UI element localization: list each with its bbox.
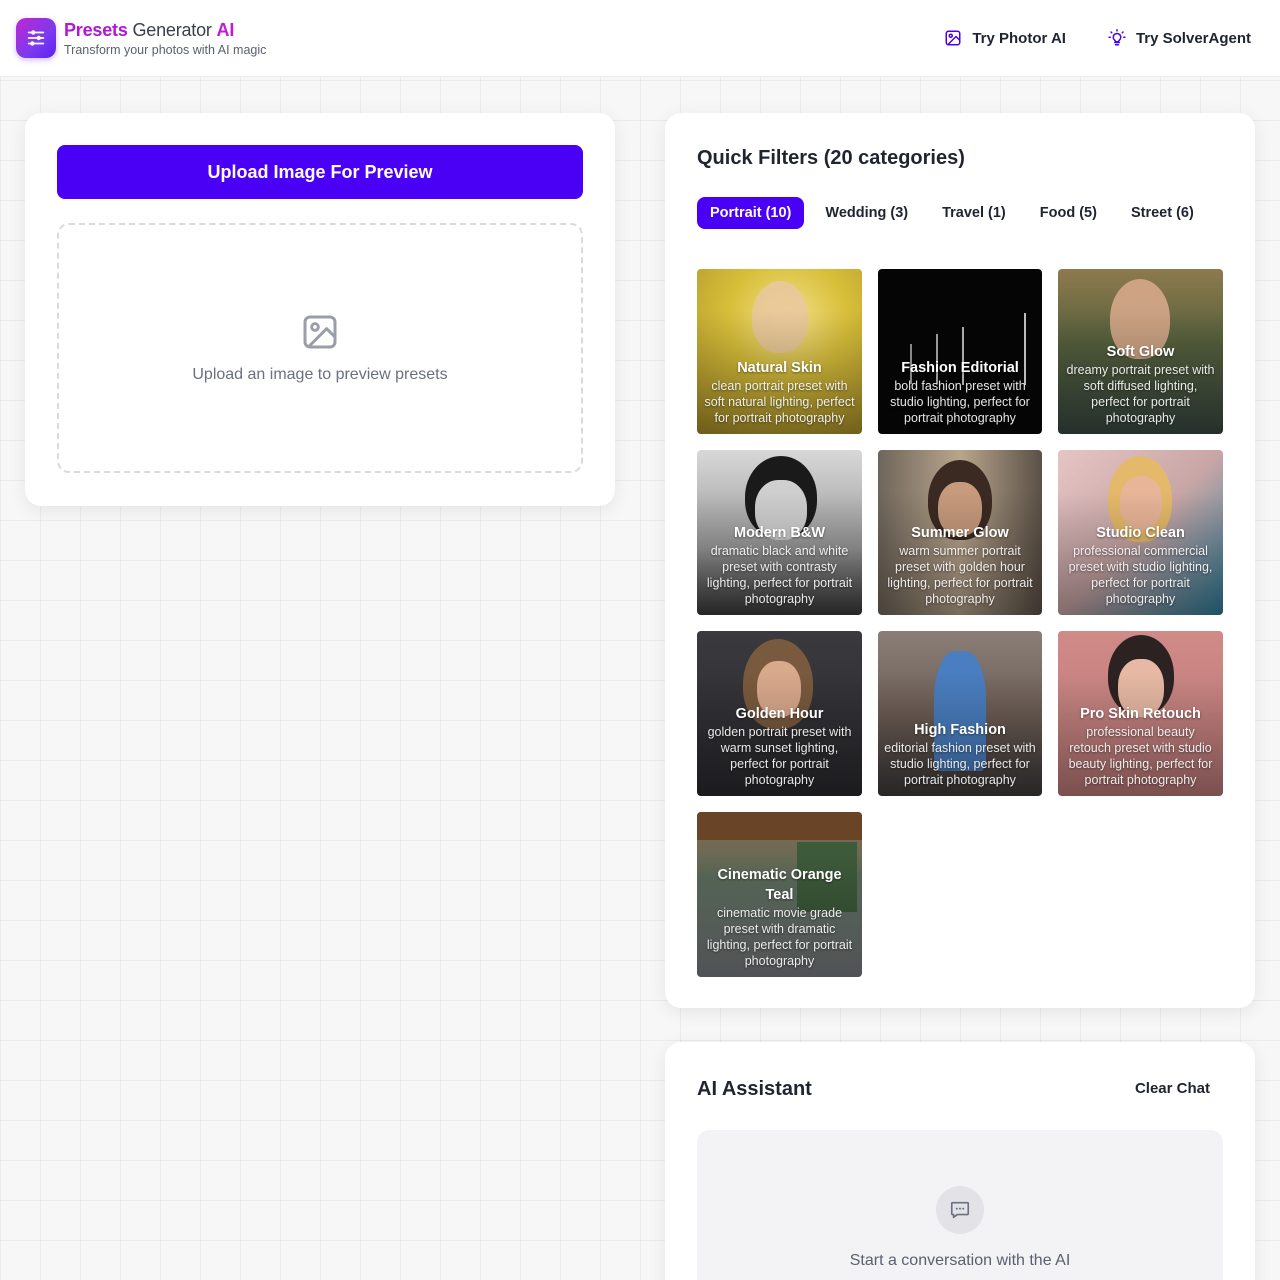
ai-assistant-title: AI Assistant (697, 1078, 812, 1100)
preset-name: Cinematic Orange Teal (717, 867, 842, 903)
preset-name: Soft Glow (1106, 344, 1175, 360)
tab-wedding[interactable]: Wedding (3) (812, 197, 921, 229)
brand: Presets Generator AI Transform your phot… (64, 19, 266, 57)
preset-name: Modern B&W (733, 525, 825, 541)
preset-description: golden portrait preset with warm sunset … (707, 725, 852, 787)
preset-card-soft-glow[interactable]: Soft Glow dreamy portrait preset with so… (1058, 269, 1223, 434)
brand-word-presets: Presets (64, 20, 128, 40)
try-solveragent-label: Try SolverAgent (1135, 29, 1251, 47)
chat-area: Start a conversation with the AI (697, 1130, 1223, 1280)
preset-card-pro-skin-retouch[interactable]: Pro Skin Retouch professional beauty ret… (1058, 631, 1223, 796)
preset-description: clean portrait preset with soft natural … (704, 379, 855, 425)
image-icon (303, 315, 337, 349)
preset-grid: Natural Skin clean portrait preset with … (697, 269, 1223, 977)
preset-name: Pro Skin Retouch (1080, 706, 1201, 722)
image-dropzone[interactable]: Upload an image to preview presets (57, 223, 583, 473)
lightbulb-icon (1108, 29, 1126, 46)
preset-card-natural-skin[interactable]: Natural Skin clean portrait preset with … (697, 269, 862, 434)
upload-image-button[interactable]: Upload Image For Preview (57, 145, 583, 199)
brand-word-ai: AI (216, 20, 235, 40)
upload-panel: Upload Image For Preview Upload an image… (25, 113, 615, 506)
preset-card-golden-hour[interactable]: Golden Hour golden portrait preset with … (697, 631, 862, 796)
try-photor-ai-link[interactable]: Try Photor AI (944, 29, 1066, 47)
preset-caption: Studio Clean professional commercial pre… (1064, 523, 1217, 607)
ai-assistant-panel: AI Assistant Clear Chat Start a conversa… (665, 1042, 1255, 1280)
app-header: Presets Generator AI Transform your phot… (0, 0, 1280, 77)
preset-description: cinematic movie grade preset with dramat… (706, 906, 853, 968)
brand-word-generator: Generator (127, 20, 217, 40)
preset-name: Natural Skin (737, 360, 822, 376)
preset-name: Studio Clean (1096, 525, 1185, 541)
tab-portrait[interactable]: Portrait (10) (697, 197, 805, 229)
quick-filters-title: Quick Filters (20 categories) (697, 147, 965, 169)
preset-caption: Modern B&W dramatic black and white pres… (703, 523, 856, 607)
preset-caption: Pro Skin Retouch professional beauty ret… (1064, 704, 1217, 788)
preset-description: editorial fashion preset with studio lig… (884, 741, 1036, 787)
preset-caption: Fashion Editorial bold fashion preset wi… (884, 358, 1036, 426)
preset-description: dramatic black and white preset with con… (706, 544, 853, 606)
tab-travel[interactable]: Travel (1) (929, 197, 1019, 229)
clear-chat-button[interactable]: Clear Chat (1135, 1080, 1210, 1097)
preset-card-modern-bw[interactable]: Modern B&W dramatic black and white pres… (697, 450, 862, 615)
preset-caption: Cinematic Orange Teal cinematic movie gr… (703, 865, 856, 969)
chat-icon-wrapper (936, 1186, 984, 1234)
preset-card-studio-clean[interactable]: Studio Clean professional commercial pre… (1058, 450, 1223, 615)
app-logo[interactable] (16, 18, 56, 58)
preset-card-summer-glow[interactable]: Summer Glow warm summer portrait preset … (878, 450, 1042, 615)
tab-food[interactable]: Food (5) (1027, 197, 1110, 229)
try-photor-ai-label: Try Photor AI (972, 29, 1066, 47)
preset-description: professional beauty retouch preset with … (1068, 725, 1213, 787)
tab-street[interactable]: Street (6) (1118, 197, 1207, 229)
image-icon (945, 30, 961, 46)
preset-description: dreamy portrait preset with soft diffuse… (1066, 363, 1215, 425)
chat-empty-hint: Start a conversation with the AI (849, 1252, 1071, 1269)
dropzone-hint: Upload an image to preview presets (192, 366, 448, 383)
sliders-icon (27, 30, 45, 46)
preset-name: Summer Glow (911, 525, 1009, 541)
chat-bubble-icon (950, 1201, 970, 1219)
category-tabs: Portrait (10) Wedding (3) Travel (1) Foo… (697, 197, 1215, 229)
top-nav: Try Photor AI Try SolverAgent (944, 29, 1264, 47)
preset-description: bold fashion preset with studio lighting… (890, 379, 1030, 425)
preset-name: Golden Hour (735, 706, 824, 722)
preset-name: High Fashion (914, 722, 1006, 738)
app-tagline: Transform your photos with AI magic (64, 43, 267, 57)
preset-caption: High Fashion editorial fashion preset wi… (884, 720, 1036, 788)
preset-description: professional commercial preset with stud… (1068, 544, 1213, 606)
try-solveragent-link[interactable]: Try SolverAgent (1108, 29, 1251, 47)
app-title: Presets Generator AI (64, 19, 266, 41)
preset-card-high-fashion[interactable]: High Fashion editorial fashion preset wi… (878, 631, 1042, 796)
preset-caption: Soft Glow dreamy portrait preset with so… (1064, 342, 1217, 426)
preset-caption: Natural Skin clean portrait preset with … (703, 358, 856, 426)
quick-filters-panel: Quick Filters (20 categories) Portrait (… (665, 113, 1255, 1008)
preset-caption: Golden Hour golden portrait preset with … (703, 704, 856, 788)
preset-card-fashion-editorial[interactable]: Fashion Editorial bold fashion preset wi… (878, 269, 1042, 434)
preset-caption: Summer Glow warm summer portrait preset … (884, 523, 1036, 607)
preset-card-cinematic-orange-teal[interactable]: Cinematic Orange Teal cinematic movie gr… (697, 812, 862, 977)
preset-name: Fashion Editorial (901, 360, 1019, 376)
preset-description: warm summer portrait preset with golden … (887, 544, 1033, 606)
